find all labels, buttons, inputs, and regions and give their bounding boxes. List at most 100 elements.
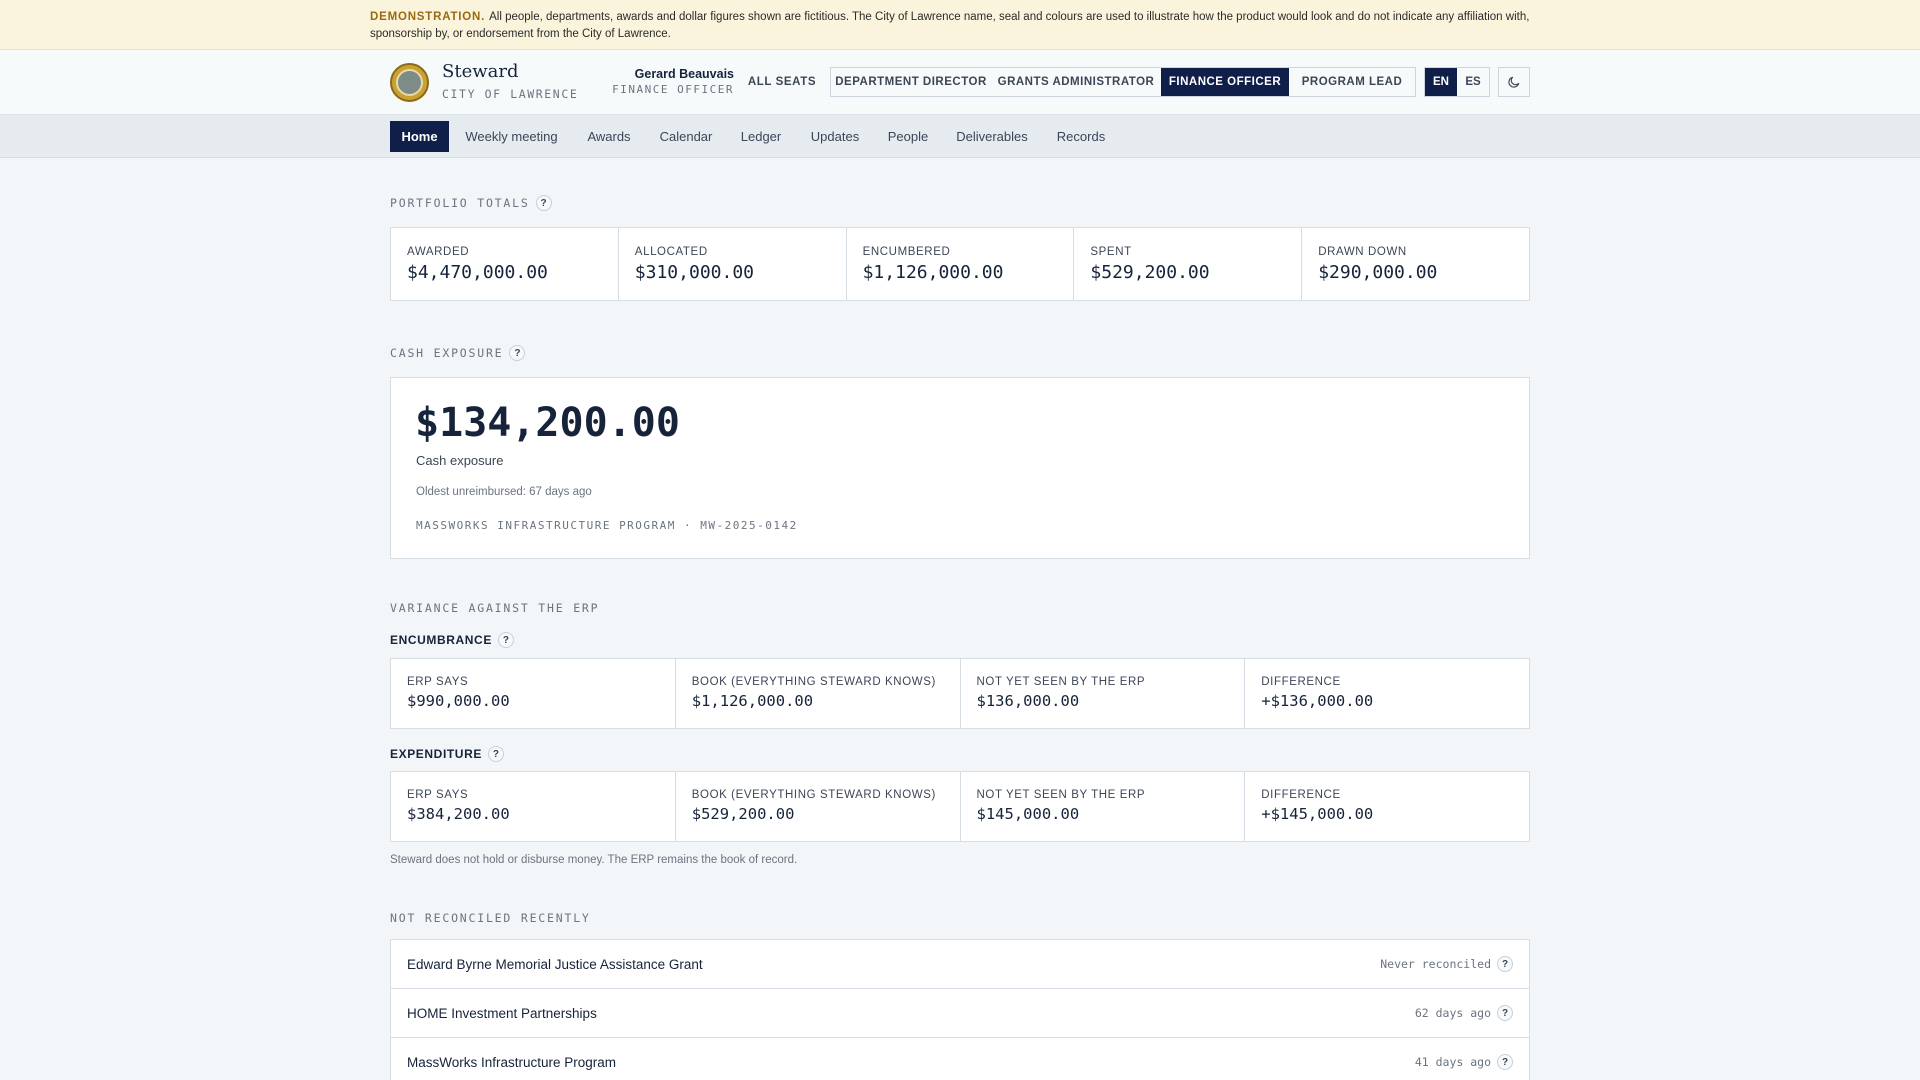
cash-exposure-program: MASSWORKS INFRASTRUCTURE PROGRAM · MW-20… bbox=[416, 519, 798, 532]
seat-grants-administrator[interactable]: GRANTS ADMINISTRATOR bbox=[991, 68, 1161, 96]
list-item[interactable]: Edward Byrne Memorial Justice Assistance… bbox=[391, 940, 1529, 989]
variance-cell: NOT YET SEEN BY THE ERP $145,000.00 bbox=[961, 772, 1246, 841]
encumbrance-heading: ENCUMBRANCE ? bbox=[390, 632, 514, 648]
nav-updates[interactable]: Updates bbox=[801, 121, 869, 152]
variance-cell: DIFFERENCE +$136,000.00 bbox=[1245, 659, 1529, 728]
encumbrance-variance-row: ERP SAYS $990,000.00 BOOK (EVERYTHING ST… bbox=[390, 658, 1530, 729]
demo-banner: DEMONSTRATION. All people, departments, a… bbox=[0, 0, 1920, 50]
program-name: MassWorks Infrastructure Program bbox=[407, 1054, 617, 1070]
variance-cell: DIFFERENCE +$145,000.00 bbox=[1245, 772, 1529, 841]
total-label: ALLOCATED bbox=[634, 246, 708, 258]
nav-records[interactable]: Records bbox=[1048, 121, 1114, 152]
cash-exposure-heading: CASH EXPOSURE ? bbox=[390, 345, 526, 361]
variance-value: $1,126,000.00 bbox=[691, 692, 814, 710]
theme-toggle-button[interactable] bbox=[1498, 67, 1530, 97]
variance-value: +$145,000.00 bbox=[1261, 805, 1374, 823]
variance-value: $529,200.00 bbox=[691, 805, 795, 823]
seat-finance-officer[interactable]: FINANCE OFFICER bbox=[1161, 68, 1289, 96]
total-spent: SPENT $529,200.00 bbox=[1074, 228, 1303, 300]
total-value: $290,000.00 bbox=[1318, 262, 1438, 283]
nav-calendar[interactable]: Calendar bbox=[651, 121, 721, 152]
erp-note: Steward does not hold or disburse money.… bbox=[390, 854, 798, 866]
variance-cell: NOT YET SEEN BY THE ERP $136,000.00 bbox=[961, 659, 1246, 728]
expenditure-title: EXPENDITURE bbox=[390, 747, 482, 761]
lang-en-button[interactable]: EN bbox=[1425, 68, 1457, 96]
city-seal-logo bbox=[390, 63, 429, 102]
variance-label: NOT YET SEEN BY THE ERP bbox=[976, 676, 1146, 688]
cash-exposure-amount: $134,200.00 bbox=[415, 400, 680, 446]
list-item[interactable]: HOME Investment Partnerships 62 days ago… bbox=[391, 989, 1529, 1038]
user-name: Gerard Beauvais bbox=[634, 67, 734, 81]
all-seats-button[interactable]: ALL SEATS bbox=[741, 73, 823, 91]
help-icon[interactable]: ? bbox=[509, 345, 526, 361]
help-icon[interactable]: ? bbox=[487, 746, 504, 762]
language-switcher: EN ES bbox=[1424, 67, 1490, 97]
variance-value: $384,200.00 bbox=[407, 805, 510, 823]
total-value: $1,126,000.00 bbox=[862, 262, 1004, 283]
lang-es-button[interactable]: ES bbox=[1457, 68, 1489, 96]
total-value: $310,000.00 bbox=[634, 262, 755, 283]
reconcile-status: Never reconciled ? bbox=[1380, 956, 1513, 972]
variance-label: DIFFERENCE bbox=[1261, 789, 1341, 801]
total-awarded: AWARDED $4,470,000.00 bbox=[391, 228, 619, 300]
encumbrance-title: ENCUMBRANCE bbox=[390, 633, 492, 647]
portfolio-totals-panel: AWARDED $4,470,000.00 ALLOCATED $310,000… bbox=[390, 227, 1530, 301]
seat-department-director[interactable]: DEPARTMENT DIRECTOR bbox=[831, 68, 991, 96]
nav-weekly-meeting[interactable]: Weekly meeting bbox=[457, 121, 566, 152]
not-reconciled-heading: NOT RECONCILED RECENTLY bbox=[390, 911, 591, 925]
total-label: DRAWN DOWN bbox=[1318, 246, 1407, 258]
variance-cell: BOOK (EVERYTHING STEWARD KNOWS) $529,200… bbox=[676, 772, 961, 841]
seat-switcher: DEPARTMENT DIRECTOR GRANTS ADMINISTRATOR… bbox=[830, 67, 1416, 97]
brand-name: Steward bbox=[442, 61, 519, 82]
variance-value: $990,000.00 bbox=[407, 692, 510, 710]
variance-value: +$136,000.00 bbox=[1261, 692, 1374, 710]
total-value: $4,470,000.00 bbox=[407, 262, 548, 283]
variance-value: $145,000.00 bbox=[976, 805, 1080, 823]
total-drawn-down: DRAWN DOWN $290,000.00 bbox=[1302, 228, 1529, 300]
variance-label: ERP SAYS bbox=[407, 676, 469, 688]
variance-value: $136,000.00 bbox=[976, 692, 1080, 710]
cash-exposure-title: CASH EXPOSURE bbox=[390, 346, 504, 360]
banner-text: All people, departments, awards and doll… bbox=[370, 11, 1530, 40]
oldest-unreimbursed: Oldest unreimbursed: 67 days ago bbox=[416, 486, 592, 498]
variance-label: BOOK (EVERYTHING STEWARD KNOWS) bbox=[691, 676, 936, 688]
help-icon[interactable]: ? bbox=[1497, 1005, 1513, 1021]
nav-ledger[interactable]: Ledger bbox=[732, 121, 790, 152]
reconcile-status: 62 days ago ? bbox=[1415, 1005, 1513, 1021]
variance-label: NOT YET SEEN BY THE ERP bbox=[976, 789, 1146, 801]
nav-home[interactable]: Home bbox=[390, 121, 449, 152]
reconcile-status-text: 41 days ago bbox=[1414, 1055, 1491, 1069]
total-label: AWARDED bbox=[407, 246, 470, 258]
variance-label: BOOK (EVERYTHING STEWARD KNOWS) bbox=[691, 789, 936, 801]
not-reconciled-list: Edward Byrne Memorial Justice Assistance… bbox=[390, 939, 1530, 1080]
help-icon[interactable]: ? bbox=[1497, 956, 1513, 972]
expenditure-variance-row: ERP SAYS $384,200.00 BOOK (EVERYTHING ST… bbox=[390, 771, 1530, 842]
total-label: SPENT bbox=[1090, 246, 1132, 258]
help-icon[interactable]: ? bbox=[497, 632, 514, 648]
variance-label: DIFFERENCE bbox=[1261, 676, 1341, 688]
variance-cell: ERP SAYS $990,000.00 bbox=[391, 659, 676, 728]
brand-subtitle: CITY OF LAWRENCE bbox=[442, 87, 579, 101]
banner-tag: DEMONSTRATION. bbox=[370, 11, 486, 23]
user-role: FINANCE OFFICER bbox=[612, 83, 734, 96]
cash-exposure-card: $134,200.00 Cash exposure Oldest unreimb… bbox=[390, 377, 1530, 559]
portfolio-totals-heading: PORTFOLIO TOTALS ? bbox=[390, 195, 552, 211]
reconcile-status: 41 days ago ? bbox=[1415, 1054, 1513, 1070]
variance-cell: ERP SAYS $384,200.00 bbox=[391, 772, 676, 841]
help-icon[interactable]: ? bbox=[535, 195, 552, 211]
nav-people[interactable]: People bbox=[879, 121, 937, 152]
total-label: ENCUMBERED bbox=[862, 246, 951, 258]
nav-awards[interactable]: Awards bbox=[578, 121, 640, 152]
nav-deliverables[interactable]: Deliverables bbox=[947, 121, 1037, 152]
cash-exposure-label: Cash exposure bbox=[416, 453, 504, 468]
seat-program-lead[interactable]: PROGRAM LEAD bbox=[1289, 68, 1415, 96]
program-name: HOME Investment Partnerships bbox=[407, 1005, 597, 1021]
program-name: Edward Byrne Memorial Justice Assistance… bbox=[407, 956, 703, 972]
variance-heading: VARIANCE AGAINST THE ERP bbox=[390, 601, 600, 615]
help-icon[interactable]: ? bbox=[1497, 1054, 1513, 1070]
variance-cell: BOOK (EVERYTHING STEWARD KNOWS) $1,126,0… bbox=[676, 659, 961, 728]
variance-label: ERP SAYS bbox=[407, 789, 469, 801]
expenditure-heading: EXPENDITURE ? bbox=[390, 746, 504, 762]
moon-icon bbox=[1508, 76, 1520, 88]
list-item[interactable]: MassWorks Infrastructure Program 41 days… bbox=[391, 1038, 1529, 1080]
